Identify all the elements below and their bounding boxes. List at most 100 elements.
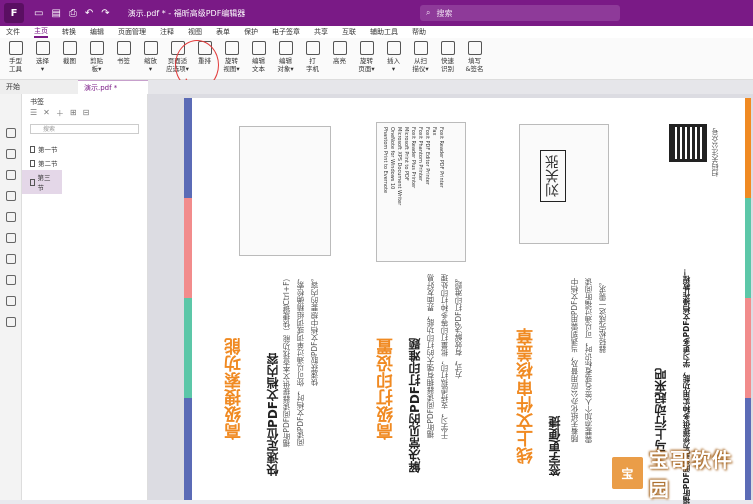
search-input[interactable]: ⌕ 搜索 xyxy=(420,5,620,21)
ribbon-button-17[interactable]: 填写 &签名 xyxy=(461,38,488,73)
screenshot-print: Foxit Reader PDF Printer Fax Foxit PDF Edi… xyxy=(376,122,466,262)
printer-option: Fax xyxy=(431,127,437,136)
stripe-right-orange xyxy=(745,98,751,198)
ribbon-button-12[interactable]: 高亮 xyxy=(326,38,353,65)
tags-icon[interactable] xyxy=(5,296,16,306)
bookmark-toolbar: ☰ ✕ ＋ ⊞ ⊟ xyxy=(22,106,147,121)
ribbon-toolbar: 手型 工具 选择 ▾ 截图 剪贴 板▾ 书签 缩放 ▾ 页面适 应选项▾ 重排 旋转 视图▾ 编辑… xyxy=(0,38,753,80)
ribbon-button-10[interactable]: 编辑 对象▾ xyxy=(272,38,299,73)
ribbon-button-16[interactable]: 快速 识别 xyxy=(434,38,461,73)
menu-item-8[interactable]: 保护 xyxy=(244,27,258,37)
ribbon-label: 旋转 页面▾ xyxy=(358,57,375,73)
bookmark-item[interactable]: 第二节 xyxy=(22,156,147,170)
menu-item-13[interactable]: 帮助 xyxy=(412,27,426,37)
menu-item-6[interactable]: 视图 xyxy=(188,27,202,37)
signatures-icon[interactable] xyxy=(5,233,16,243)
printer-option: Phantom Print to Evernote xyxy=(382,127,388,194)
add-bookmark-icon[interactable]: ＋ xyxy=(56,108,64,119)
ribbon-label: 插入 ▾ xyxy=(387,57,400,73)
menu-item-1[interactable]: 主页 xyxy=(34,26,48,38)
tab-start[interactable]: 开始 xyxy=(0,80,78,94)
ribbon-button-4[interactable]: 书签 xyxy=(110,38,137,65)
bookmark-item[interactable]: 第三节 xyxy=(22,170,62,194)
edit-text-icon xyxy=(251,41,266,55)
ribbon-button-14[interactable]: 插入 ▾ xyxy=(380,38,407,73)
stripe-pink xyxy=(184,198,192,298)
content-icon[interactable] xyxy=(5,275,16,285)
menu-item-9[interactable]: 电子签章 xyxy=(272,27,300,37)
col1-title: 高级搜索功能 xyxy=(225,338,245,440)
watermark-logo: 宝 xyxy=(610,455,645,491)
menu-item-7[interactable]: 表单 xyxy=(216,27,230,37)
col2-title: 高级打印设置 xyxy=(377,338,397,440)
menu-item-3[interactable]: 编辑 xyxy=(90,27,104,37)
collapse-icon[interactable]: ⊟ xyxy=(83,108,90,119)
bookmark-search-placeholder: 搜索 xyxy=(43,126,56,133)
ribbon-button-9[interactable]: 编辑 文本 xyxy=(245,38,272,73)
printer-option: Foxit Phantom Printer xyxy=(417,127,423,182)
security-icon[interactable] xyxy=(5,254,16,264)
clipboard-icon xyxy=(89,41,104,55)
ribbon-label: 快速 识别 xyxy=(441,57,454,73)
printer-option: Microsoft Print to PDF xyxy=(403,127,409,181)
open-icon[interactable]: ▭ xyxy=(34,8,43,19)
comments-icon[interactable] xyxy=(5,170,16,180)
stripe-blue-2 xyxy=(184,398,192,500)
bookmark-panel-icon[interactable] xyxy=(5,128,16,138)
ribbon-label: 编辑 文本 xyxy=(252,57,265,73)
ribbon-button-0[interactable]: 手型 工具 xyxy=(2,38,29,73)
links-icon[interactable] xyxy=(5,317,16,327)
hand-icon xyxy=(8,41,23,55)
col2-body-2: 于学习，支持虚拟打印，批量打印等多种打印处理 xyxy=(440,274,449,439)
printer-option: OneNote for Windows 10 xyxy=(389,127,395,190)
bookmark-search-input[interactable]: 搜索 xyxy=(30,124,139,134)
ocr-icon xyxy=(440,41,455,55)
expand-icon[interactable]: ⊞ xyxy=(70,108,77,119)
bookmark-icon xyxy=(30,145,35,153)
stamp-name: 刘关张 xyxy=(540,150,566,202)
ribbon-button-8[interactable]: 旋转 视图▾ xyxy=(218,38,245,73)
ribbon-label: 截图 xyxy=(63,57,76,65)
ribbon-label: 手型 工具 xyxy=(9,57,22,73)
app-logo: F xyxy=(4,3,24,23)
menu-item-0[interactable]: 文件 xyxy=(6,27,20,37)
zoom-icon xyxy=(143,41,158,55)
bookmark-label: 第二节 xyxy=(38,160,58,168)
ribbon-button-1[interactable]: 选择 ▾ xyxy=(29,38,56,73)
ribbon-label: 书签 xyxy=(117,57,130,65)
redo-icon[interactable]: ↷ xyxy=(101,8,109,19)
delete-bookmark-icon[interactable]: ✕ xyxy=(43,108,50,119)
printer-option: Microsoft XPS Document Writer xyxy=(396,127,402,206)
ribbon-button-2[interactable]: 截图 xyxy=(56,38,83,65)
menu-item-4[interactable]: 页面管理 xyxy=(118,27,146,37)
bookmark-list-icon[interactable]: ☰ xyxy=(30,108,37,119)
ribbon-button-3[interactable]: 剪贴 板▾ xyxy=(83,38,110,73)
menu-item-11[interactable]: 互联 xyxy=(342,27,356,37)
scanner-icon xyxy=(413,41,428,55)
tab-document[interactable]: 演示.pdf * xyxy=(78,80,148,94)
ribbon-label: 打 字机 xyxy=(306,57,319,73)
printer-list: Foxit Reader PDF Printer Fax Foxit PDF Edi… xyxy=(381,127,444,205)
thumbnails-icon[interactable] xyxy=(5,149,16,159)
sign-icon xyxy=(467,41,482,55)
ribbon-label: 旋转 视图▾ xyxy=(223,57,240,73)
stripe-blue xyxy=(184,98,192,198)
undo-icon[interactable]: ↶ xyxy=(85,8,93,19)
search-icon: ⌕ xyxy=(426,8,431,17)
ribbon-button-13[interactable]: 旋转 页面▾ xyxy=(353,38,380,73)
bookmark-icon xyxy=(30,178,35,186)
menu-item-12[interactable]: 辅助工具 xyxy=(370,27,398,37)
layers-icon[interactable] xyxy=(5,191,16,201)
menu-item-2[interactable]: 转换 xyxy=(62,27,76,37)
bookmark-item[interactable]: 第一节 xyxy=(22,142,147,156)
ribbon-button-11[interactable]: 打 字机 xyxy=(299,38,326,73)
bookmark-label: 第一节 xyxy=(38,146,58,154)
save-icon[interactable]: ▤ xyxy=(51,8,60,19)
menu-item-5[interactable]: 注释 xyxy=(160,27,174,37)
attachments-icon[interactable] xyxy=(5,212,16,222)
col1-body-2: 阅读PDF文档时，你可以通过单词或词组精确检索， xyxy=(296,274,305,447)
menu-item-10[interactable]: 共享 xyxy=(314,27,328,37)
ribbon-button-15[interactable]: 从扫 描仪▾ xyxy=(407,38,434,73)
ribbon-label: 选择 ▾ xyxy=(36,57,49,73)
print-icon[interactable]: ⎙ xyxy=(69,8,77,19)
